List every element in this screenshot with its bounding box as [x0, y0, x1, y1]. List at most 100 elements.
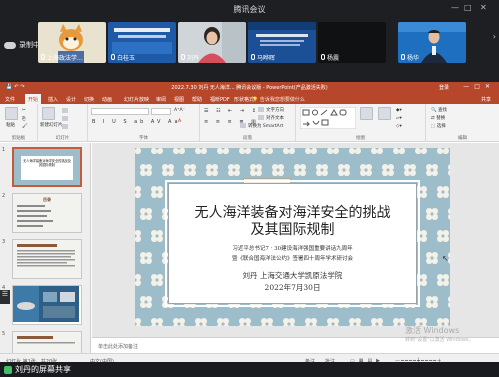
ppt-window-controls[interactable]: —□✕ [463, 83, 495, 90]
section-icon[interactable] [62, 124, 70, 130]
tab-review[interactable]: 审阅 [156, 96, 166, 103]
participant-tile[interactable]: 白桂玉 [108, 22, 176, 63]
sign-in-link[interactable]: 登录 [439, 84, 449, 91]
slide-thumbnail[interactable]: 目录 [12, 193, 82, 233]
font-family-select[interactable] [91, 108, 149, 115]
convert-smartart-button[interactable]: 转换为 SmartArt [240, 123, 283, 129]
font-size-select[interactable] [151, 108, 171, 115]
list-buttons[interactable]: ☰ ☷ ⇤ ⇥ ↕ [204, 108, 259, 114]
new-slide-icon[interactable] [42, 107, 55, 120]
tab-home[interactable]: 开始 [25, 94, 42, 104]
participant-name: 杨震 [327, 54, 340, 62]
tab-foxit-pdf[interactable]: 福昕PDF [210, 96, 230, 103]
tell-me-search[interactable]: 💡 告诉我您想要做什么 [252, 96, 305, 103]
thumbnail-preview [14, 149, 80, 185]
share-button[interactable]: 共享 [481, 96, 491, 103]
mic-icon [181, 54, 185, 60]
participant-tile[interactable]: 上海政法学... [38, 22, 106, 63]
paste-icon[interactable] [5, 107, 18, 120]
font-format-buttons[interactable]: B I U S ab AV Aa [92, 119, 181, 125]
next-participants-icon[interactable]: › [493, 32, 496, 41]
copy-icon[interactable]: ⎘ [22, 116, 26, 122]
quick-styles-icon[interactable] [378, 107, 391, 120]
slide-thumbnail[interactable] [12, 285, 82, 325]
ribbon-home: 粘贴 ✂ ⎘ 🖌 剪贴板 新建幻灯片 幻灯片 A⁺A⁻ B I U S ab A… [0, 104, 499, 142]
minimize-icon[interactable]: — [451, 3, 459, 12]
pattern-flower [195, 318, 207, 326]
pattern-flower [151, 318, 163, 326]
find-button[interactable]: 🔍 查找 [431, 107, 447, 113]
participant-tile[interactable]: 杨华 [398, 22, 466, 63]
notes-placeholder: 单击此处添加备注 [98, 344, 139, 350]
pattern-flower [135, 230, 141, 242]
pattern-flower [316, 164, 328, 176]
slide-thumbnail[interactable] [12, 239, 82, 279]
current-slide[interactable]: 无人海洋装备对海洋安全的挑战 及其国际规制 习近平总书记7 · 30建设海洋强国… [135, 148, 450, 326]
slide-date: 2022年7月30日 [264, 283, 321, 292]
participant-tile[interactable]: 刘丹 [178, 22, 246, 63]
layout-icon[interactable] [62, 108, 70, 114]
pattern-flower [184, 164, 196, 176]
mouse-cursor-icon: ↖ [442, 254, 449, 263]
tab-slideshow[interactable]: 幻灯片放映 [124, 96, 149, 103]
participant-tile[interactable]: 杨震 [318, 22, 386, 63]
participant-tile[interactable]: 马晔晖 [248, 22, 316, 63]
tab-insert[interactable]: 插入 [48, 96, 58, 103]
tab-transitions[interactable]: 切换 [84, 96, 94, 103]
thumbnail-title: 无人海洋装备对海洋安全的挑战及其国际规制 [23, 159, 71, 167]
pattern-flower [272, 164, 284, 176]
reset-icon[interactable] [62, 116, 70, 122]
collapse-panel-icon[interactable]: ☰ [0, 290, 10, 304]
align-text-button[interactable]: 对齐文本 [258, 115, 284, 121]
new-slide-button[interactable]: 新建幻灯片 [40, 122, 63, 128]
maximize-icon[interactable]: □ [464, 3, 472, 12]
pattern-flower [437, 274, 449, 286]
pattern-flower [448, 296, 450, 308]
arrange-icon[interactable] [360, 107, 373, 120]
ppt-titlebar: 💾↶↷ 2022.7.30 刘丹 无人海洋... 腾讯会议版 - PowerPo… [0, 82, 499, 93]
pattern-flower [162, 164, 174, 176]
shape-outline-icon[interactable]: ▱▾ [396, 116, 402, 121]
replace-button[interactable]: ⇄ 替换 [431, 115, 445, 121]
select-button[interactable]: ⬚ 选择 [431, 123, 446, 129]
pattern-flower [217, 318, 229, 326]
screen-share-indicator[interactable]: 刘丹的屏幕共享 [4, 363, 71, 376]
shape-effects-icon[interactable]: ◇▾ [396, 124, 402, 129]
font-grow-icon[interactable]: A⁺A⁻ [174, 108, 185, 113]
pattern-flower [327, 318, 339, 326]
cut-icon[interactable]: ✂ [22, 108, 26, 113]
pattern-flower [393, 148, 405, 154]
text-direction-button[interactable]: 文字方向 [258, 107, 284, 113]
close-icon[interactable]: ✕ [480, 3, 487, 12]
tell-me-text: 告诉我您想要做什么 [259, 97, 305, 103]
replace-label: 替换 [436, 116, 446, 121]
screen-share-bar: 刘丹的屏幕共享 [0, 362, 499, 377]
slide-thumbnail[interactable]: 无人海洋装备对海洋安全的挑战及其国际规制 [12, 147, 82, 187]
ribbon-group-paragraph: ☰ ☷ ⇤ ⇥ ↕ ≡ ≡ ≡ ≣ ▥ 文字方向 对齐文本 转换为 SmartA… [200, 104, 296, 142]
tab-animations[interactable]: 动画 [102, 96, 112, 103]
tab-shape-format[interactable]: 形状格式 [234, 96, 254, 103]
slide-thumbnail[interactable] [12, 331, 82, 353]
pattern-flower [228, 164, 240, 176]
title-textbox[interactable]: 无人海洋装备对海洋安全的挑战 及其国际规制 习近平总书记7 · 30建设海洋强国… [165, 180, 420, 307]
pattern-flower [140, 208, 152, 220]
pattern-flower [393, 318, 405, 326]
pattern-flower [239, 148, 251, 154]
tab-file[interactable]: 文件 [5, 96, 15, 103]
mic-icon [41, 54, 45, 60]
font-color-icon[interactable]: A [178, 119, 181, 124]
shape-gallery[interactable] [300, 107, 356, 129]
format-painter-icon[interactable]: 🖌 [22, 124, 28, 129]
recording-label: 录制中 [19, 41, 40, 49]
tab-design[interactable]: 设计 [66, 96, 76, 103]
tab-view[interactable]: 视图 [174, 96, 184, 103]
thumbnail-preview [17, 336, 75, 344]
group-label: 编辑 [458, 136, 467, 141]
tab-help[interactable]: 帮助 [192, 96, 202, 103]
recording-indicator[interactable]: 录制中 [4, 38, 40, 52]
paste-button[interactable]: 粘贴 [6, 122, 15, 128]
shape-fill-icon[interactable]: ◆▾ [396, 108, 402, 113]
ribbon-group-font: A⁺A⁻ B I U S ab AV Aa A 字体 [88, 104, 200, 142]
pattern-flower [217, 148, 229, 154]
pattern-flower [371, 148, 383, 154]
